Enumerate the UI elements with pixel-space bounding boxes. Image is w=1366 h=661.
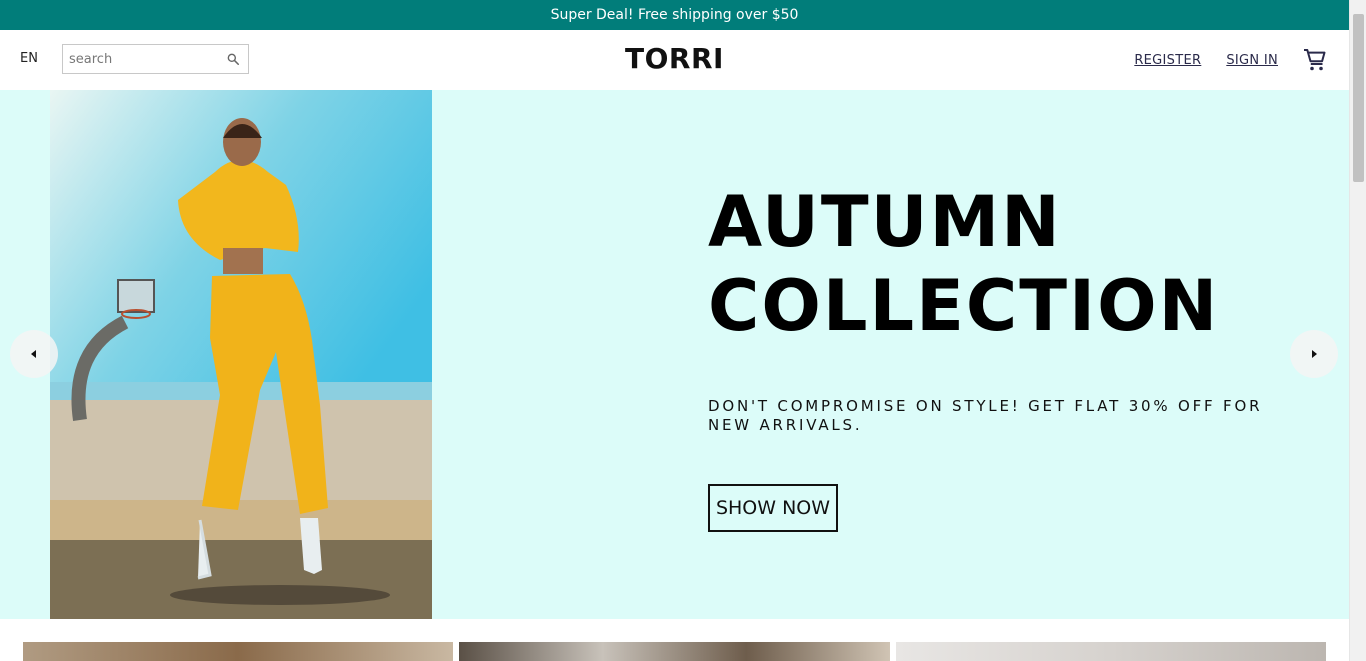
search-icon[interactable] [226,52,240,66]
search-input[interactable] [63,46,223,72]
next-slide-button[interactable] [1290,330,1338,378]
hero-banner: AUTUMN COLLECTION DON'T COMPROMISE ON ST… [0,90,1349,619]
prev-slide-button[interactable] [10,330,58,378]
arrow-left-icon [31,350,36,358]
hero-image [50,90,432,619]
account-links: REGISTER SIGN IN [1134,48,1327,72]
hero-subtext: DON'T COMPROMISE ON STYLE! GET FLAT 30% … [708,397,1263,434]
sign-in-link[interactable]: SIGN IN [1226,53,1278,68]
site-logo[interactable]: TORRI [625,42,724,75]
search-box [62,44,249,74]
cart-icon[interactable] [1303,48,1327,72]
category-card-3[interactable] [896,642,1326,661]
navbar: EN TORRI REGISTER SIGN IN [0,30,1349,90]
announcement-bar: Super Deal! Free shipping over $50 [0,0,1349,30]
arrow-right-icon [1312,350,1317,358]
language-selector[interactable]: EN [20,51,38,66]
scrollbar-thumb[interactable] [1353,14,1364,182]
headline-line-2: COLLECTION [708,265,1220,347]
category-card-2[interactable] [459,642,890,661]
category-card-1[interactable] [23,642,453,661]
hero-headline: AUTUMN COLLECTION [708,180,1268,348]
register-link[interactable]: REGISTER [1134,53,1201,68]
headline-line-1: AUTUMN [708,181,1062,263]
announcement-text: Super Deal! Free shipping over $50 [550,7,799,23]
show-now-button[interactable]: SHOW NOW [708,484,838,532]
category-thumbnails [0,642,1349,661]
page-scrollbar[interactable] [1349,0,1366,661]
